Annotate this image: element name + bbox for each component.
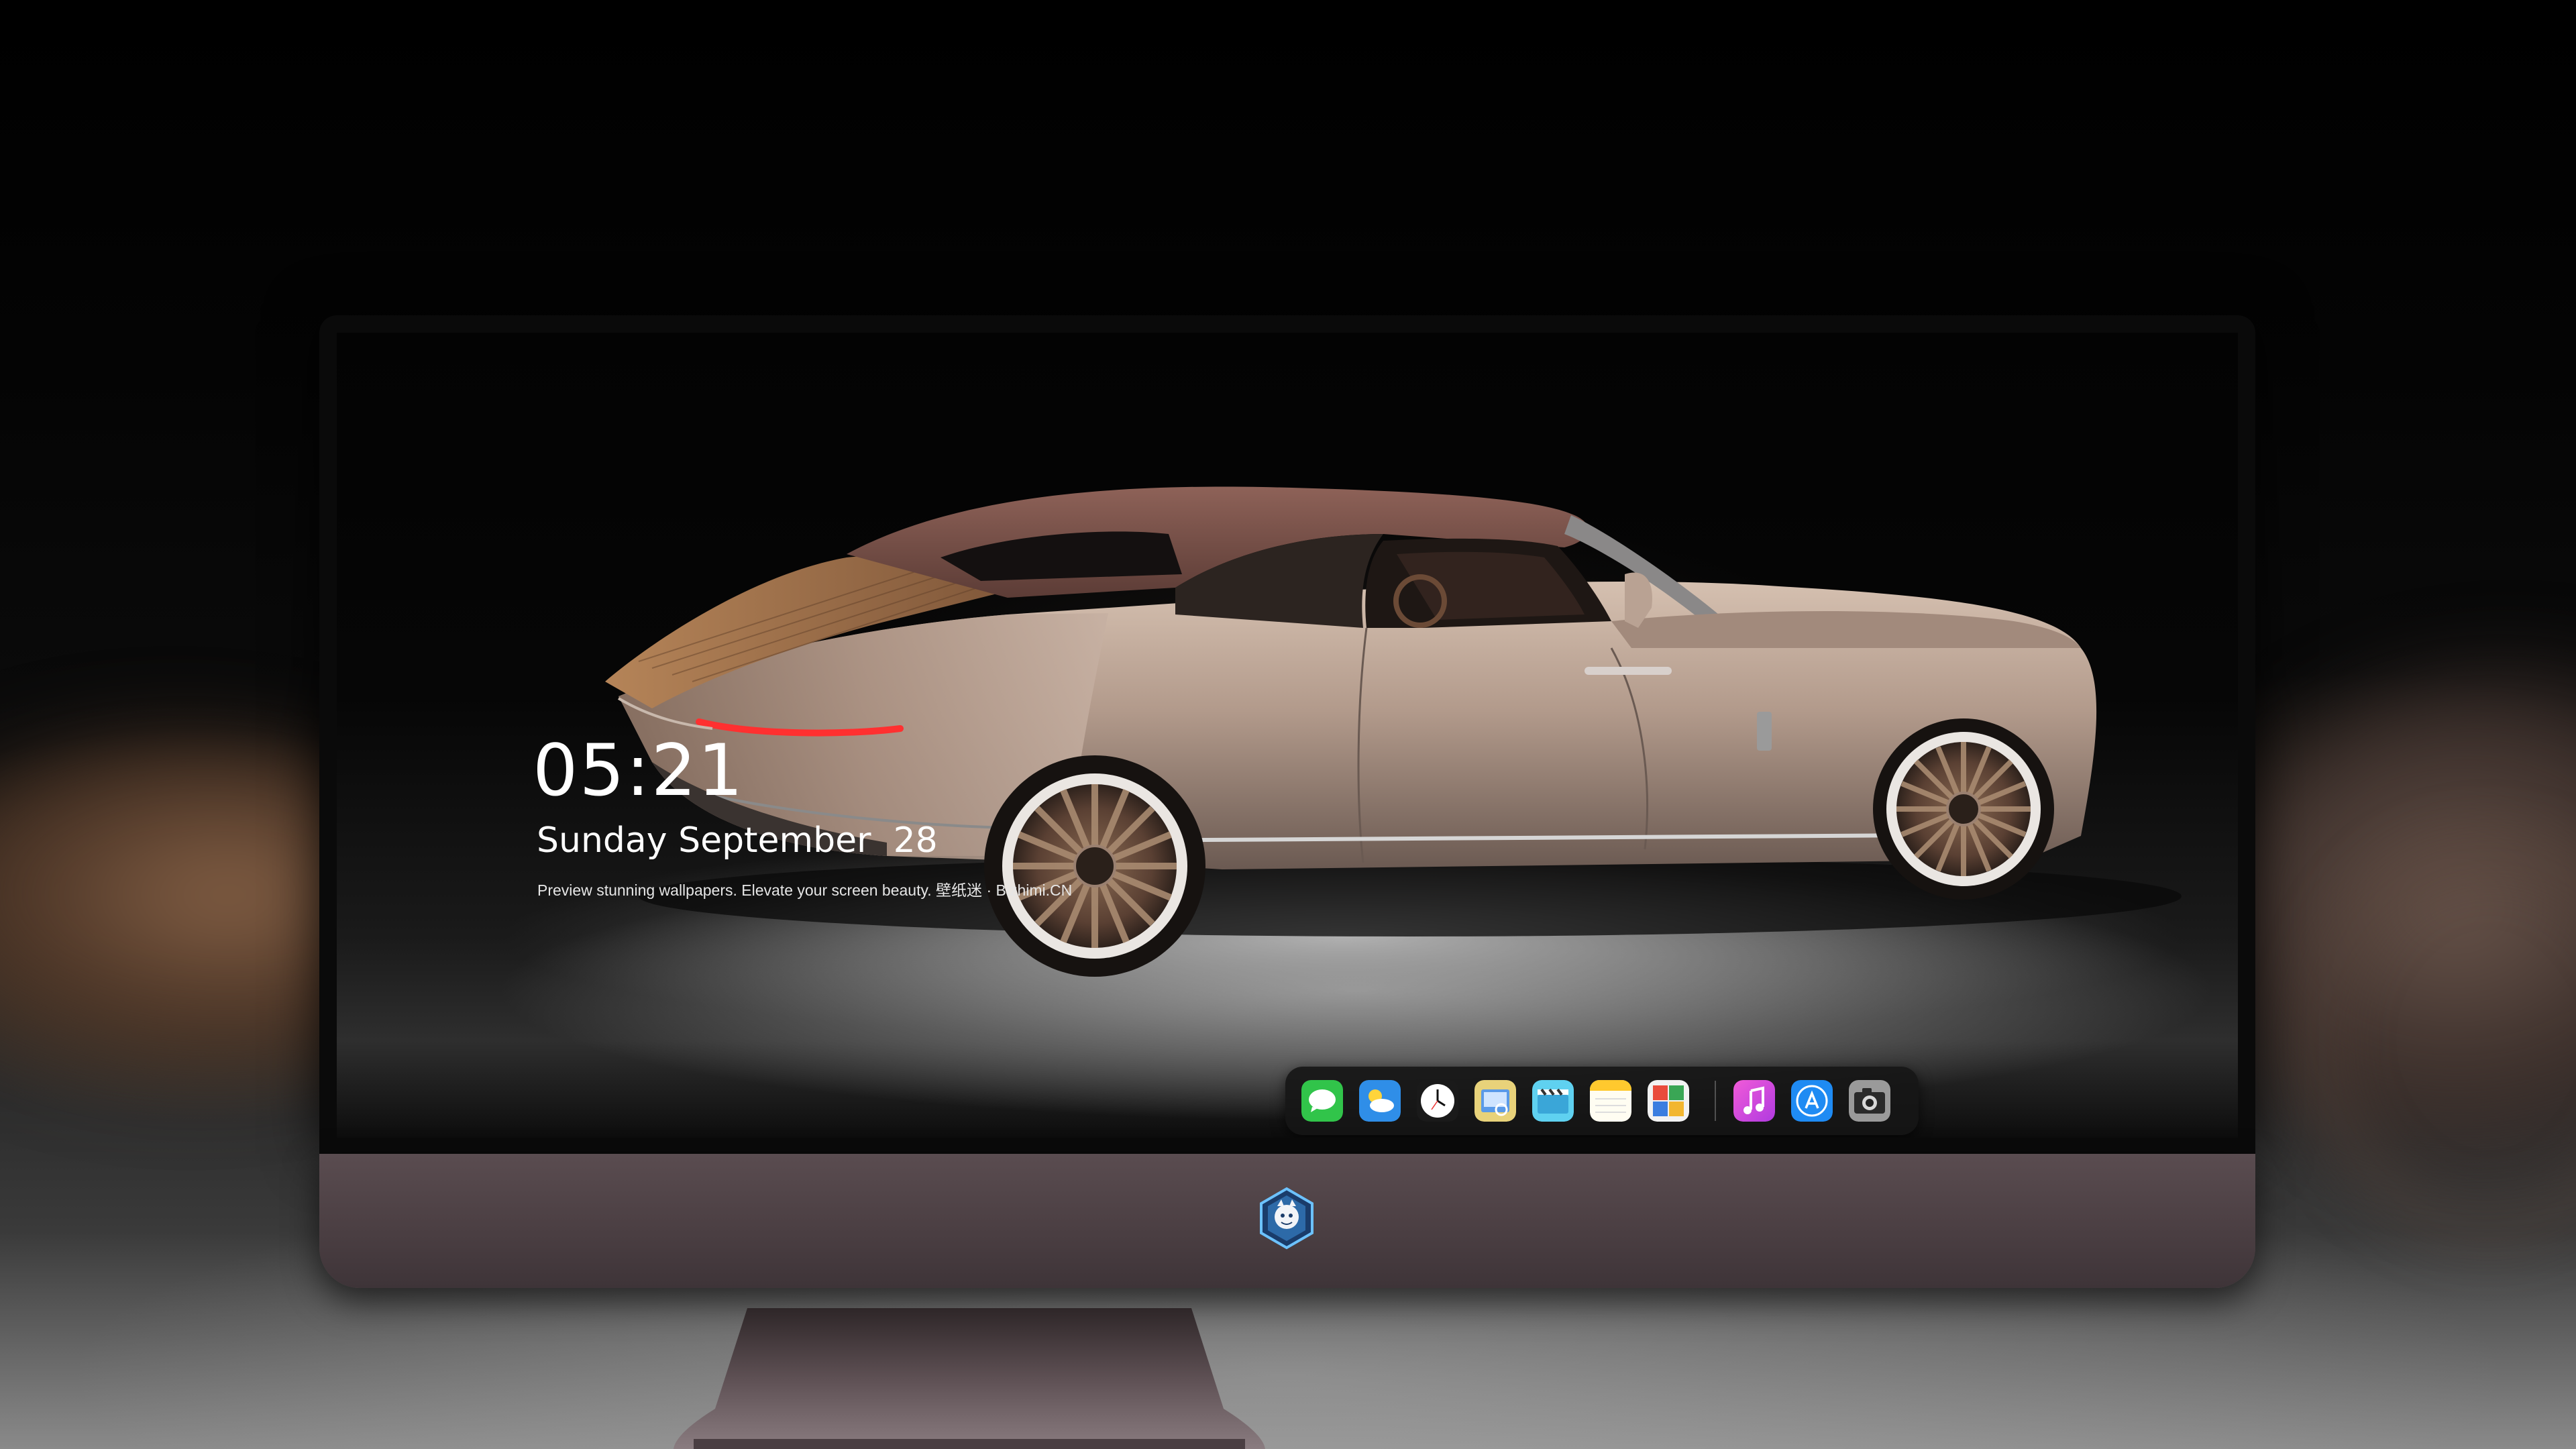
preview-icon[interactable]: [1474, 1080, 1516, 1122]
notes-icon[interactable]: [1590, 1080, 1631, 1122]
messages-icon[interactable]: [1301, 1080, 1343, 1122]
monitor-chin: [319, 1154, 2255, 1288]
monitor-stand: [674, 1308, 1265, 1449]
clock-icon[interactable]: [1417, 1080, 1458, 1122]
dock-separator: [1715, 1081, 1716, 1121]
wallpaper-tagline: Preview stunning wallpapers. Elevate you…: [537, 881, 1073, 899]
monitor-bezel: 05:21 Sunday September 28 Preview stunni…: [319, 315, 2255, 1154]
imac-monitor: 05:21 Sunday September 28 Preview stunni…: [319, 315, 2255, 1308]
weather-icon[interactable]: [1359, 1080, 1401, 1122]
photo-booth-icon[interactable]: [1648, 1080, 1689, 1122]
itunes-icon[interactable]: [1733, 1080, 1775, 1122]
camera-icon[interactable]: [1849, 1080, 1890, 1122]
lock-screen-date: Sunday September 28: [537, 820, 938, 861]
dock: [1285, 1067, 1919, 1135]
clips-icon[interactable]: [1532, 1080, 1574, 1122]
lock-screen-time: 05:21: [533, 729, 745, 812]
app-store-icon[interactable]: [1791, 1080, 1833, 1122]
lock-screen[interactable]: 05:21 Sunday September 28 Preview stunni…: [337, 333, 2238, 1138]
dragon-logo-icon: [1260, 1187, 1313, 1250]
